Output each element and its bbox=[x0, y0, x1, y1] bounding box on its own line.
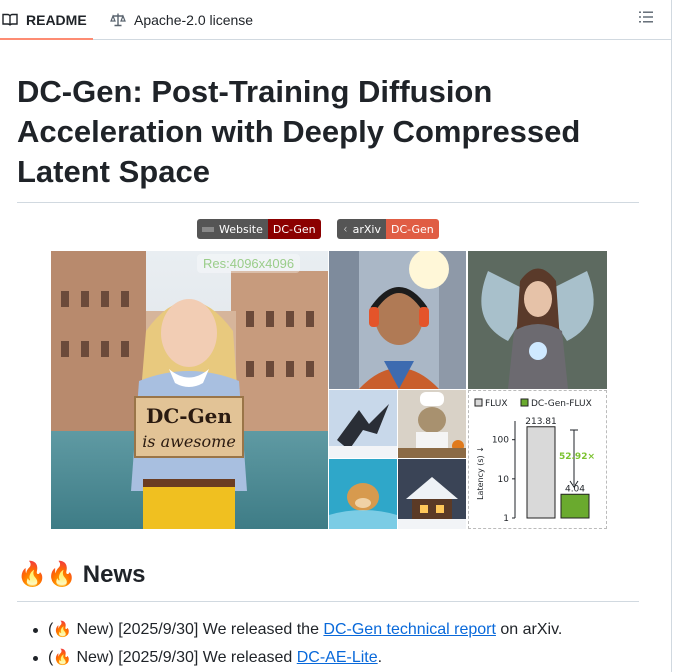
readme-title: DC-Gen: Post-Training Diffusion Accelera… bbox=[17, 74, 581, 189]
sign-line-2: is awesome bbox=[142, 432, 236, 451]
legend-swatch-flux bbox=[474, 398, 483, 407]
latency-chart: FLUX DC-Gen-FLUX Latency (s) ↓ 1 10 100 21… bbox=[468, 390, 607, 529]
active-tab-indicator bbox=[0, 38, 93, 40]
chart-legend: FLUX DC-Gen-FLUX bbox=[474, 398, 592, 409]
dragon-image bbox=[329, 390, 397, 458]
snow-cabin-image bbox=[398, 459, 466, 529]
news-item-text: New) [2025/9/30] We released bbox=[72, 649, 297, 666]
y-axis-label: Latency (s) ↓ bbox=[476, 446, 485, 500]
dc-ae-lite-link[interactable]: DC-AE-Lite bbox=[297, 649, 378, 666]
law-scale-icon bbox=[110, 13, 126, 26]
speedup-annotation: 52.92× bbox=[559, 429, 595, 488]
resolution-label: Res:4096x4096 bbox=[197, 254, 301, 273]
bar-value-label: 213.81 bbox=[525, 417, 557, 427]
news-item-suffix: . bbox=[377, 649, 383, 666]
news-heading-text: News bbox=[82, 560, 146, 588]
news-item-text: New) [2025/9/30] We released the bbox=[72, 621, 324, 638]
badge-row: Website DC-Gen ᚲ arXiv DC-Gen bbox=[17, 219, 639, 239]
website-logo-icon bbox=[202, 226, 214, 232]
tech-report-link[interactable]: DC-Gen technical report bbox=[323, 621, 496, 638]
y-tick-label: 100 bbox=[492, 436, 509, 446]
sign-line-1: DC-Gen bbox=[146, 404, 232, 428]
headphones-portrait-image bbox=[329, 251, 466, 389]
readme-tabs: README Apache-2.0 license bbox=[0, 0, 671, 40]
website-badge-label: Website bbox=[219, 222, 263, 236]
book-icon bbox=[2, 13, 18, 26]
bar-flux bbox=[526, 426, 556, 519]
latency-chart-svg: FLUX DC-Gen-FLUX Latency (s) ↓ 1 10 100 21… bbox=[474, 398, 595, 524]
bar-dc-gen-flux bbox=[560, 493, 590, 519]
legend-label-dcgen: DC-Gen-FLUX bbox=[531, 399, 592, 409]
fairy-image bbox=[468, 251, 607, 389]
table-of-contents-icon[interactable] bbox=[638, 9, 654, 25]
y-tick-label: 1 bbox=[503, 514, 509, 524]
tab-license[interactable]: Apache-2.0 license bbox=[110, 0, 253, 39]
swimming-dog-image bbox=[329, 459, 397, 529]
tab-readme-label: README bbox=[26, 11, 87, 28]
news-item-suffix: on arXiv. bbox=[495, 621, 563, 638]
arxiv-badge[interactable]: ᚲ arXiv DC-Gen bbox=[337, 219, 439, 239]
readme-panel: README Apache-2.0 license DC-Gen: Post-T… bbox=[0, 0, 672, 672]
news-divider bbox=[17, 601, 639, 602]
fire-icon: 🔥 bbox=[53, 649, 73, 666]
news-fire-icons: 🔥🔥 bbox=[17, 561, 77, 588]
tab-license-label: Apache-2.0 license bbox=[134, 11, 254, 28]
hero-image: DC-Gen is awesome Res:4096x4096 FLUX DC-… bbox=[51, 251, 607, 529]
news-list: (🔥 New) [2025/9/30] We released the DC-G… bbox=[17, 616, 639, 672]
legend-swatch-dcgen bbox=[520, 398, 529, 407]
speedup-label: 52.92× bbox=[559, 452, 595, 462]
venice-portrait-image: DC-Gen is awesome Res:4096x4096 bbox=[51, 251, 328, 529]
legend-label-flux: FLUX bbox=[485, 399, 508, 409]
website-badge-value: DC-Gen bbox=[267, 219, 321, 239]
website-badge[interactable]: Website DC-Gen bbox=[197, 219, 321, 239]
fire-icon: 🔥 bbox=[53, 621, 73, 638]
arxiv-badge-label: arXiv bbox=[352, 222, 381, 236]
tab-readme[interactable]: README bbox=[0, 0, 93, 40]
arxiv-badge-value: DC-Gen bbox=[385, 219, 439, 239]
news-item: (🔥 New) [2025/9/30] We released DC-AE-Li… bbox=[17, 644, 639, 672]
news-heading: 🔥🔥 News bbox=[17, 560, 145, 589]
y-tick-label: 10 bbox=[498, 475, 510, 485]
title-divider bbox=[17, 202, 639, 203]
news-item: (🔥 New) [2025/9/30] We released the DC-G… bbox=[17, 616, 639, 644]
cat-chef-image bbox=[398, 390, 466, 458]
arxiv-logo-icon: ᚲ bbox=[342, 222, 349, 236]
